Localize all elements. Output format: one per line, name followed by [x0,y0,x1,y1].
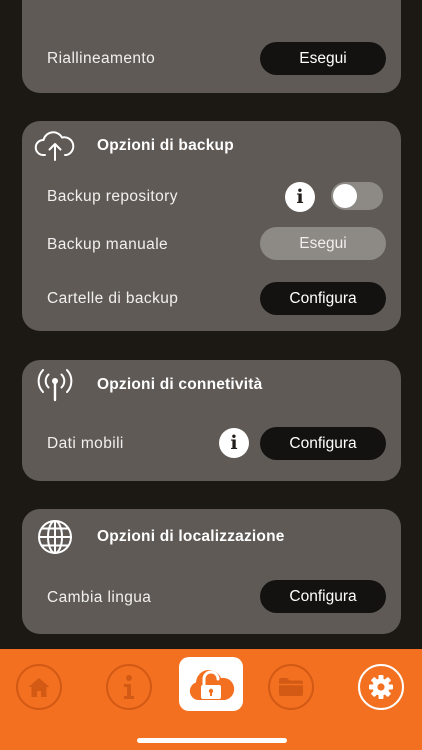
home-icon [28,678,50,697]
cloud-upload-icon [32,128,78,164]
tab-info[interactable] [106,664,152,710]
change-language-configure-button[interactable]: Configura [260,580,386,613]
connectivity-options-card: Opzioni di connetività Dati mobili i Con… [22,360,401,481]
cloud-lock-icon [189,669,235,700]
toggle-knob [333,184,357,208]
tab-home[interactable] [16,664,62,710]
tab-bar [0,649,422,750]
home-indicator [137,738,287,743]
mobile-data-label: Dati mobili [47,435,124,452]
tab-folder[interactable] [268,664,314,710]
mobile-data-configure-button[interactable]: Configura [260,427,386,460]
gear-icon [369,675,393,699]
localization-options-card: Opzioni di localizzazione Cambia lingua … [22,509,401,634]
tab-cloud-lock[interactable] [179,657,243,711]
info-icon [124,675,134,699]
tab-settings[interactable] [358,664,404,710]
change-language-label: Cambia lingua [47,589,152,606]
realignment-run-button[interactable]: Esegui [260,42,386,75]
connectivity-card-title: Opzioni di connetività [97,376,263,393]
localization-card-header: Opzioni di localizzazione [32,519,285,555]
manual-backup-run-button[interactable]: Esegui [260,227,386,260]
backup-folders-configure-button[interactable]: Configura [260,282,386,315]
backup-folders-label: Cartelle di backup [47,290,179,307]
backup-repository-toggle[interactable] [331,182,383,210]
backup-card-title: Opzioni di backup [97,137,234,154]
localization-card-title: Opzioni di localizzazione [97,528,285,545]
maintenance-card: Riallineamento Esegui [22,0,401,93]
backup-repository-info-button[interactable]: i [285,182,315,212]
connectivity-card-header: Opzioni di connetività [32,367,262,403]
globe-icon [32,519,78,555]
realignment-label: Riallineamento [47,50,156,67]
backup-repository-label: Backup repository [47,188,178,205]
manual-backup-label: Backup manuale [47,236,169,253]
folder-icon [279,678,303,696]
backup-options-card: Opzioni di backup Backup repository i Ba… [22,121,401,331]
backup-card-header: Opzioni di backup [32,128,234,164]
mobile-data-info-button[interactable]: i [219,428,249,458]
antenna-icon [32,367,78,403]
